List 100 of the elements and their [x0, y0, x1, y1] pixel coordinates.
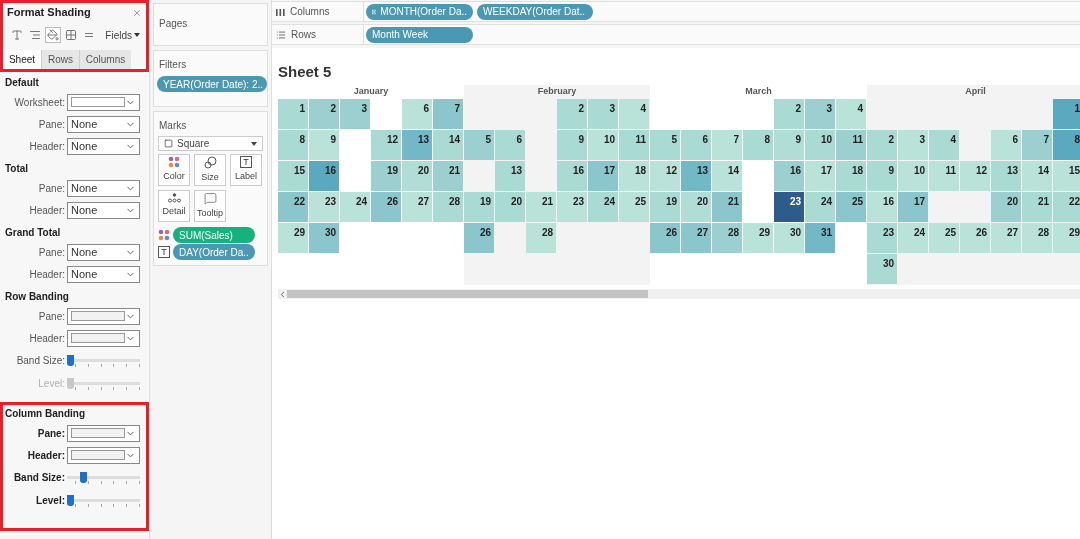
month-header: January	[352, 85, 390, 98]
day-cell: 7	[1022, 130, 1052, 160]
day-cell: 2	[867, 130, 897, 160]
close-icon[interactable]	[132, 7, 142, 18]
day-cell: 8	[743, 130, 773, 160]
marks-button[interactable]: Color	[158, 154, 190, 186]
pane-dropdown[interactable]: None	[67, 137, 140, 155]
scrollbar-thumb[interactable]	[287, 290, 648, 298]
mark-type-dropdown[interactable]: Square	[158, 136, 263, 151]
day-cell: 8	[1053, 130, 1080, 160]
day-cell: 12	[650, 161, 680, 191]
color-dropdown[interactable]	[67, 329, 140, 347]
day-cell: 29	[278, 223, 308, 253]
slider-track[interactable]	[67, 377, 140, 390]
day-cell: 4	[619, 99, 649, 129]
day-cell: 14	[712, 161, 742, 191]
day-cell: 15	[1053, 161, 1080, 191]
label-icon	[158, 246, 170, 258]
scroll-left-icon[interactable]	[278, 289, 287, 299]
format-tab[interactable]: Sheet	[3, 50, 41, 69]
day-cell: 23	[867, 223, 897, 253]
field-label: Header:	[26, 448, 66, 463]
columns-icon	[276, 7, 285, 16]
day-cell: 3	[805, 99, 835, 129]
day-cell: 21	[433, 161, 463, 191]
day-cell: 21	[712, 192, 742, 222]
pane-dropdown[interactable]: None	[67, 115, 140, 133]
color-dropdown[interactable]	[67, 446, 140, 464]
pane-dropdown[interactable]: None	[67, 201, 140, 219]
day-cell: 19	[464, 192, 494, 222]
day-cell: 29	[743, 223, 773, 253]
square-icon	[164, 139, 173, 148]
sheet-title: Sheet 5	[278, 62, 333, 82]
marks-button[interactable]: Size	[194, 154, 226, 186]
slider-thumb[interactable]	[67, 354, 74, 366]
day-cell: 18	[836, 161, 866, 191]
day-cell: 14	[433, 130, 463, 160]
pane-dropdown[interactable]: None	[67, 265, 140, 283]
day-cell: 26	[960, 223, 990, 253]
day-cell: 17	[898, 192, 928, 222]
horizontal-scrollbar[interactable]	[278, 289, 1080, 299]
shelf-label: Columns	[290, 5, 330, 19]
day-cell: 24	[588, 192, 618, 222]
day-cell: 27	[402, 192, 432, 222]
slider-track[interactable]	[67, 494, 140, 507]
color-dots-icon	[168, 156, 180, 169]
day-cell: 24	[340, 192, 370, 222]
pane-dropdown[interactable]: None	[67, 179, 140, 197]
slider-track[interactable]	[67, 354, 140, 367]
shelf-label: Rows	[291, 28, 316, 42]
borders-icon[interactable]	[63, 27, 79, 43]
day-cell: 5	[464, 130, 494, 160]
paint-bucket-icon[interactable]	[45, 27, 61, 43]
day-cell: 9	[774, 130, 804, 160]
day-cell: 25	[836, 192, 866, 222]
field-label: Worksheet:	[13, 95, 66, 110]
slider-track[interactable]	[67, 471, 140, 484]
day-cell: 11	[619, 130, 649, 160]
day-cell: 17	[805, 161, 835, 191]
day-cell: 16	[309, 161, 339, 191]
day-cell: 26	[650, 223, 680, 253]
day-cell: 3	[340, 99, 370, 129]
day-cell: 16	[774, 161, 804, 191]
size-icon	[203, 155, 217, 169]
marks-button[interactable]: Label	[230, 154, 262, 186]
fields-menu[interactable]: Fields	[105, 27, 140, 43]
day-cell: 10	[805, 130, 835, 160]
field-label: Pane:	[37, 245, 66, 260]
color-dots-icon	[158, 229, 170, 241]
day-cell: 6	[495, 130, 525, 160]
font-icon[interactable]	[9, 27, 25, 43]
field-label: Pane:	[37, 181, 66, 196]
pane-dropdown[interactable]: None	[67, 243, 140, 261]
slider-thumb[interactable]	[80, 471, 88, 483]
section-heading: Total	[5, 162, 30, 176]
marks-button[interactable]: Tooltip	[194, 190, 226, 222]
format-tab[interactable]: Rows	[41, 50, 79, 69]
day-cell: 6	[991, 130, 1021, 160]
day-cell: 26	[371, 192, 401, 222]
field-label: Band Size:	[15, 354, 66, 368]
color-dropdown[interactable]	[67, 424, 140, 442]
day-cell: 2	[309, 99, 339, 129]
day-cell: 16	[557, 161, 587, 191]
tooltip-icon	[203, 191, 217, 205]
card-title: Pages	[159, 18, 188, 29]
day-cell: 7	[433, 99, 463, 129]
section-heading: Default	[5, 76, 40, 90]
day-cell: 13	[991, 161, 1021, 191]
format-tab[interactable]: Columns	[79, 50, 131, 69]
section-heading: Row Banding	[5, 290, 70, 304]
day-cell: 26	[464, 223, 494, 253]
day-cell: 1	[1053, 99, 1080, 129]
day-cell: 4	[929, 130, 959, 160]
day-cell: 25	[929, 223, 959, 253]
card-title: Marks	[158, 119, 188, 133]
marks-button[interactable]: Detail	[158, 190, 190, 222]
day-cell: 23	[774, 192, 804, 222]
slider-thumb[interactable]	[67, 494, 74, 506]
color-dropdown[interactable]	[67, 307, 140, 325]
color-dropdown[interactable]	[67, 93, 140, 111]
